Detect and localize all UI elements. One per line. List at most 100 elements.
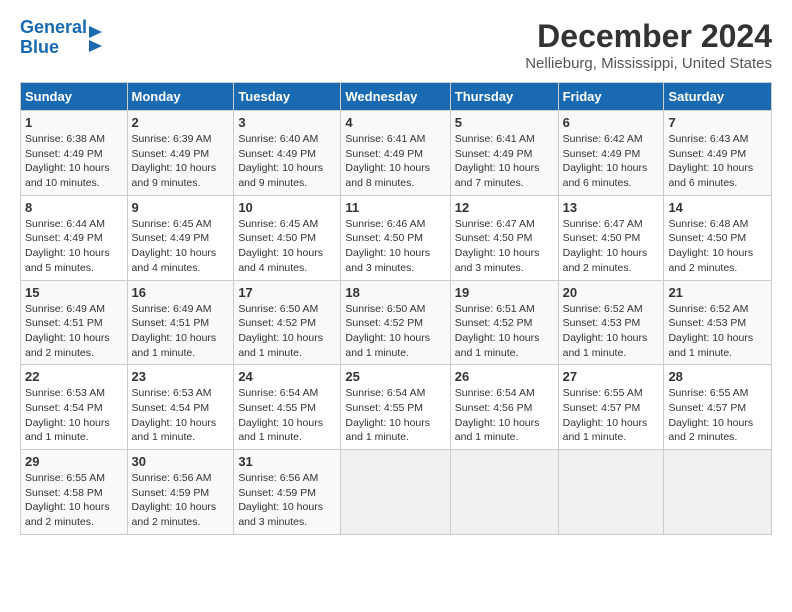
calendar-cell: 9 Sunrise: 6:45 AM Sunset: 4:49 PM Dayli… <box>127 195 234 280</box>
calendar-cell: 28 Sunrise: 6:55 AM Sunset: 4:57 PM Dayl… <box>664 365 772 450</box>
calendar-cell: 1 Sunrise: 6:38 AM Sunset: 4:49 PM Dayli… <box>21 111 128 196</box>
calendar-cell: 6 Sunrise: 6:42 AM Sunset: 4:49 PM Dayli… <box>558 111 664 196</box>
calendar: SundayMondayTuesdayWednesdayThursdayFrid… <box>20 82 772 535</box>
logo-text2: Blue <box>20 38 87 58</box>
day-number: 31 <box>238 454 336 469</box>
calendar-cell: 30 Sunrise: 6:56 AM Sunset: 4:59 PM Dayl… <box>127 450 234 535</box>
calendar-cell: 12 Sunrise: 6:47 AM Sunset: 4:50 PM Dayl… <box>450 195 558 280</box>
calendar-cell <box>341 450 450 535</box>
day-number: 13 <box>563 200 660 215</box>
day-info: Sunrise: 6:47 AM Sunset: 4:50 PM Dayligh… <box>455 217 554 276</box>
day-info: Sunrise: 6:47 AM Sunset: 4:50 PM Dayligh… <box>563 217 660 276</box>
calendar-cell: 26 Sunrise: 6:54 AM Sunset: 4:56 PM Dayl… <box>450 365 558 450</box>
day-number: 20 <box>563 285 660 300</box>
day-info: Sunrise: 6:49 AM Sunset: 4:51 PM Dayligh… <box>25 302 123 361</box>
day-info: Sunrise: 6:41 AM Sunset: 4:49 PM Dayligh… <box>455 132 554 191</box>
day-info: Sunrise: 6:41 AM Sunset: 4:49 PM Dayligh… <box>345 132 445 191</box>
calendar-cell: 3 Sunrise: 6:40 AM Sunset: 4:49 PM Dayli… <box>234 111 341 196</box>
day-info: Sunrise: 6:56 AM Sunset: 4:59 PM Dayligh… <box>238 471 336 530</box>
calendar-cell: 11 Sunrise: 6:46 AM Sunset: 4:50 PM Dayl… <box>341 195 450 280</box>
day-number: 26 <box>455 369 554 384</box>
calendar-cell: 21 Sunrise: 6:52 AM Sunset: 4:53 PM Dayl… <box>664 280 772 365</box>
calendar-cell <box>450 450 558 535</box>
calendar-cell: 7 Sunrise: 6:43 AM Sunset: 4:49 PM Dayli… <box>664 111 772 196</box>
day-info: Sunrise: 6:50 AM Sunset: 4:52 PM Dayligh… <box>238 302 336 361</box>
calendar-cell: 10 Sunrise: 6:45 AM Sunset: 4:50 PM Dayl… <box>234 195 341 280</box>
weekday-header-tuesday: Tuesday <box>234 83 341 111</box>
day-info: Sunrise: 6:49 AM Sunset: 4:51 PM Dayligh… <box>132 302 230 361</box>
day-number: 25 <box>345 369 445 384</box>
calendar-cell: 14 Sunrise: 6:48 AM Sunset: 4:50 PM Dayl… <box>664 195 772 280</box>
day-number: 23 <box>132 369 230 384</box>
calendar-cell <box>558 450 664 535</box>
day-number: 9 <box>132 200 230 215</box>
day-number: 6 <box>563 115 660 130</box>
day-info: Sunrise: 6:44 AM Sunset: 4:49 PM Dayligh… <box>25 217 123 276</box>
day-info: Sunrise: 6:39 AM Sunset: 4:49 PM Dayligh… <box>132 132 230 191</box>
calendar-cell: 22 Sunrise: 6:53 AM Sunset: 4:54 PM Dayl… <box>21 365 128 450</box>
day-number: 3 <box>238 115 336 130</box>
day-number: 1 <box>25 115 123 130</box>
day-info: Sunrise: 6:43 AM Sunset: 4:49 PM Dayligh… <box>668 132 767 191</box>
day-number: 14 <box>668 200 767 215</box>
header: General Blue December 2024 Nellieburg, M… <box>20 18 772 72</box>
day-number: 11 <box>345 200 445 215</box>
calendar-cell: 27 Sunrise: 6:55 AM Sunset: 4:57 PM Dayl… <box>558 365 664 450</box>
calendar-cell: 18 Sunrise: 6:50 AM Sunset: 4:52 PM Dayl… <box>341 280 450 365</box>
logo: General Blue <box>20 18 102 58</box>
day-info: Sunrise: 6:52 AM Sunset: 4:53 PM Dayligh… <box>668 302 767 361</box>
day-number: 27 <box>563 369 660 384</box>
day-info: Sunrise: 6:46 AM Sunset: 4:50 PM Dayligh… <box>345 217 445 276</box>
main-title: December 2024 <box>525 18 772 55</box>
day-number: 8 <box>25 200 123 215</box>
day-info: Sunrise: 6:55 AM Sunset: 4:57 PM Dayligh… <box>563 386 660 445</box>
day-number: 24 <box>238 369 336 384</box>
calendar-cell: 25 Sunrise: 6:54 AM Sunset: 4:55 PM Dayl… <box>341 365 450 450</box>
weekday-header-saturday: Saturday <box>664 83 772 111</box>
weekday-header-thursday: Thursday <box>450 83 558 111</box>
calendar-cell: 19 Sunrise: 6:51 AM Sunset: 4:52 PM Dayl… <box>450 280 558 365</box>
day-info: Sunrise: 6:54 AM Sunset: 4:55 PM Dayligh… <box>345 386 445 445</box>
day-number: 30 <box>132 454 230 469</box>
day-number: 21 <box>668 285 767 300</box>
day-info: Sunrise: 6:38 AM Sunset: 4:49 PM Dayligh… <box>25 132 123 191</box>
day-info: Sunrise: 6:52 AM Sunset: 4:53 PM Dayligh… <box>563 302 660 361</box>
page: General Blue December 2024 Nellieburg, M… <box>0 0 792 545</box>
day-number: 15 <box>25 285 123 300</box>
calendar-cell <box>664 450 772 535</box>
logo-text: General <box>20 18 87 38</box>
logo-area: General Blue <box>20 18 102 58</box>
day-info: Sunrise: 6:53 AM Sunset: 4:54 PM Dayligh… <box>25 386 123 445</box>
day-number: 29 <box>25 454 123 469</box>
day-info: Sunrise: 6:45 AM Sunset: 4:50 PM Dayligh… <box>238 217 336 276</box>
day-number: 18 <box>345 285 445 300</box>
weekday-header-wednesday: Wednesday <box>341 83 450 111</box>
calendar-cell: 31 Sunrise: 6:56 AM Sunset: 4:59 PM Dayl… <box>234 450 341 535</box>
day-info: Sunrise: 6:48 AM Sunset: 4:50 PM Dayligh… <box>668 217 767 276</box>
day-number: 5 <box>455 115 554 130</box>
day-number: 22 <box>25 369 123 384</box>
day-number: 19 <box>455 285 554 300</box>
day-number: 16 <box>132 285 230 300</box>
day-info: Sunrise: 6:42 AM Sunset: 4:49 PM Dayligh… <box>563 132 660 191</box>
calendar-cell: 4 Sunrise: 6:41 AM Sunset: 4:49 PM Dayli… <box>341 111 450 196</box>
title-area: December 2024 Nellieburg, Mississippi, U… <box>525 18 772 72</box>
calendar-cell: 29 Sunrise: 6:55 AM Sunset: 4:58 PM Dayl… <box>21 450 128 535</box>
calendar-cell: 5 Sunrise: 6:41 AM Sunset: 4:49 PM Dayli… <box>450 111 558 196</box>
calendar-cell: 20 Sunrise: 6:52 AM Sunset: 4:53 PM Dayl… <box>558 280 664 365</box>
day-info: Sunrise: 6:54 AM Sunset: 4:56 PM Dayligh… <box>455 386 554 445</box>
calendar-cell: 2 Sunrise: 6:39 AM Sunset: 4:49 PM Dayli… <box>127 111 234 196</box>
weekday-header-monday: Monday <box>127 83 234 111</box>
subtitle: Nellieburg, Mississippi, United States <box>525 55 772 72</box>
day-info: Sunrise: 6:55 AM Sunset: 4:57 PM Dayligh… <box>668 386 767 445</box>
day-number: 2 <box>132 115 230 130</box>
calendar-cell: 24 Sunrise: 6:54 AM Sunset: 4:55 PM Dayl… <box>234 365 341 450</box>
day-info: Sunrise: 6:53 AM Sunset: 4:54 PM Dayligh… <box>132 386 230 445</box>
day-info: Sunrise: 6:51 AM Sunset: 4:52 PM Dayligh… <box>455 302 554 361</box>
day-number: 12 <box>455 200 554 215</box>
day-number: 17 <box>238 285 336 300</box>
calendar-cell: 8 Sunrise: 6:44 AM Sunset: 4:49 PM Dayli… <box>21 195 128 280</box>
calendar-cell: 15 Sunrise: 6:49 AM Sunset: 4:51 PM Dayl… <box>21 280 128 365</box>
weekday-header-sunday: Sunday <box>21 83 128 111</box>
day-info: Sunrise: 6:56 AM Sunset: 4:59 PM Dayligh… <box>132 471 230 530</box>
